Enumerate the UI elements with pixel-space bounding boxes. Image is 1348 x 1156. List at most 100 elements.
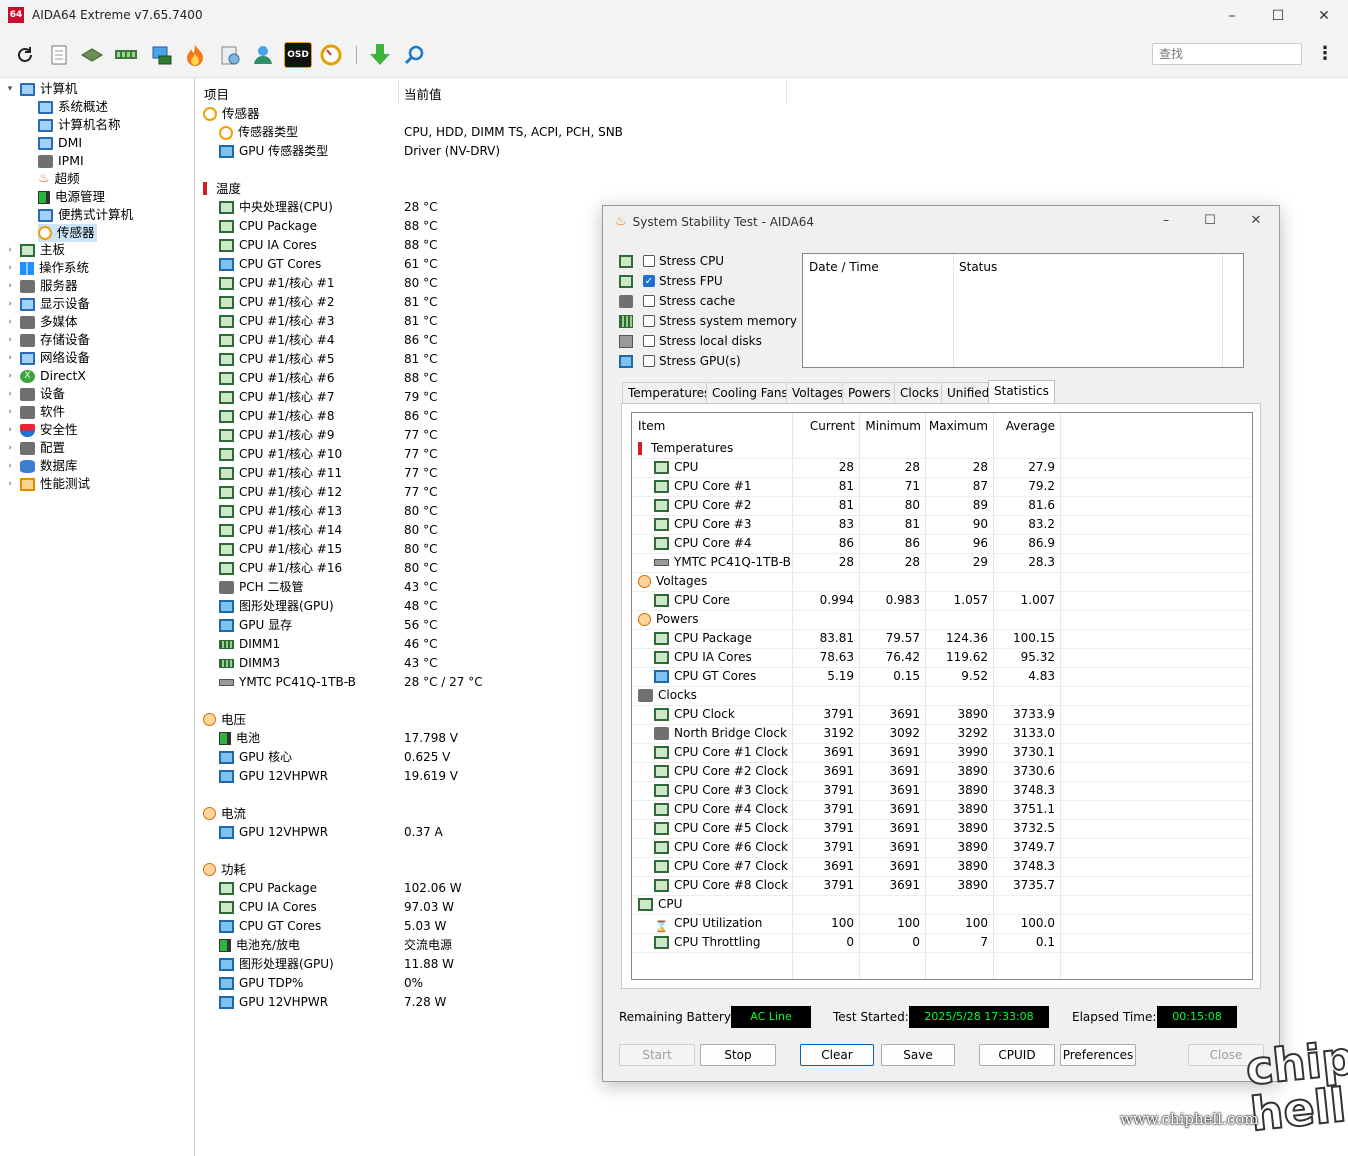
statistics-row[interactable]: CPU Clock 3791 3691 3890 3733.9 [632, 705, 1252, 724]
statistics-group[interactable]: Voltages [632, 572, 1252, 591]
start-button[interactable]: Start [619, 1044, 695, 1066]
dialog-maximize-button[interactable]: ☐ [1187, 208, 1233, 234]
sensor-row[interactable]: CPU IA Cores [219, 236, 317, 255]
header-item[interactable]: Item [638, 417, 665, 436]
statistics-row[interactable]: CPU Core #1 81 71 87 79.2 [632, 477, 1252, 496]
statistics-row[interactable]: CPU Core #1 Clock 3691 3691 3990 3730.1 [632, 743, 1252, 762]
sidebar-item-16[interactable]: › X DirectX [4, 367, 86, 385]
tab-cooling-fans[interactable]: Cooling Fans [706, 382, 794, 403]
sensor-row[interactable]: CPU #1/核心 #2 [219, 293, 334, 312]
expand-icon[interactable]: › [4, 367, 16, 385]
sensor-group[interactable]: 传感器 [203, 104, 260, 123]
sidebar-item-17[interactable]: › 设备 [4, 385, 65, 403]
sidebar-item-18[interactable]: › 软件 [4, 403, 65, 421]
expand-icon[interactable]: › [4, 295, 16, 313]
sensor-row[interactable]: DIMM3 [219, 654, 280, 673]
log-header-status[interactable]: Status [959, 260, 997, 274]
expand-icon[interactable]: › [4, 439, 16, 457]
sensor-row[interactable]: GPU 12VHPWR [219, 993, 328, 1012]
statistics-group[interactable]: Clocks [632, 686, 1252, 705]
dialog-close-button[interactable]: ✕ [1233, 208, 1279, 234]
sidebar-item-4[interactable]: IPMI [38, 152, 84, 170]
statistics-row[interactable]: North Bridge Clock 3192 3092 3292 3133.0 [632, 724, 1252, 743]
statistics-row[interactable]: CPU Core #3 83 81 90 83.2 [632, 515, 1252, 534]
sidebar-item-2[interactable]: 计算机名称 [38, 116, 121, 134]
stress-option[interactable]: Stress cache [619, 291, 735, 311]
sensor-row[interactable]: CPU #1/核心 #5 [219, 350, 334, 369]
statistics-row[interactable]: YMTC PC41Q-1TB-B 28 28 29 28.3 [632, 553, 1252, 572]
sensor-row[interactable]: CPU #1/核心 #12 [219, 483, 342, 502]
statistics-group[interactable]: Temperatures [632, 439, 1252, 458]
sidebar-item-3[interactable]: DMI [38, 134, 82, 152]
sensor-row[interactable]: CPU Package [219, 879, 317, 898]
statistics-group[interactable]: CPU [632, 895, 1252, 914]
sidebar-item-1[interactable]: 系统概述 [38, 98, 108, 116]
sensor-row[interactable]: GPU 12VHPWR [219, 823, 328, 842]
stress-option[interactable]: Stress GPU(s) [619, 351, 741, 371]
sensor-row[interactable]: 图形处理器(GPU) [219, 955, 334, 974]
clear-button[interactable]: Clear [800, 1044, 874, 1066]
tab-clocks[interactable]: Clocks [894, 382, 945, 403]
sensor-row[interactable]: GPU 显存 [219, 616, 292, 635]
search-input[interactable] [1152, 43, 1302, 65]
statistics-row[interactable]: CPU Core 0.994 0.983 1.057 1.007 [632, 591, 1252, 610]
stress-checkbox[interactable] [643, 335, 655, 347]
statistics-row[interactable]: CPU IA Cores 78.63 76.42 119.62 95.32 [632, 648, 1252, 667]
column-header-item[interactable]: 项目 [204, 84, 229, 103]
expand-icon[interactable]: › [4, 457, 16, 475]
tab-voltages[interactable]: Voltages [786, 382, 850, 403]
sensor-group[interactable]: 功耗 [203, 860, 246, 879]
stress-checkbox[interactable]: ✓ [643, 275, 655, 287]
minimize-button[interactable]: – [1209, 2, 1255, 30]
expand-icon[interactable]: › [4, 259, 16, 277]
column-header-value[interactable]: 当前值 [404, 84, 442, 103]
stress-checkbox[interactable] [643, 295, 655, 307]
statistics-row[interactable]: CPU Core #3 Clock 3791 3691 3890 3748.3 [632, 781, 1252, 800]
sensor-icon[interactable] [319, 43, 343, 67]
statistics-row[interactable]: CPU Core #8 Clock 3791 3691 3890 3735.7 [632, 876, 1252, 895]
motherboard-icon[interactable] [80, 43, 104, 67]
osd-icon[interactable]: OSD [284, 42, 312, 68]
sidebar-item-14[interactable]: › 存储设备 [4, 331, 90, 349]
expand-icon[interactable]: › [4, 331, 16, 349]
header-average[interactable]: Average [975, 417, 1055, 436]
sensor-row[interactable]: CPU #1/核心 #10 [219, 445, 342, 464]
sidebar-item-12[interactable]: › 显示设备 [4, 295, 90, 313]
sensor-row[interactable]: CPU IA Cores [219, 898, 317, 917]
tab-statistics[interactable]: Statistics [988, 380, 1055, 405]
sidebar-item-11[interactable]: › 服务器 [4, 277, 77, 295]
stress-option[interactable]: Stress system memory [619, 311, 797, 331]
close-button[interactable]: ✕ [1301, 2, 1347, 30]
save-button[interactable]: Save [881, 1044, 955, 1066]
sensor-group[interactable]: 电流 [203, 804, 246, 823]
stress-option[interactable]: Stress local disks [619, 331, 762, 351]
sensor-row[interactable]: CPU #1/核心 #13 [219, 502, 342, 521]
search-icon[interactable] [402, 43, 426, 67]
expand-icon[interactable]: › [4, 385, 16, 403]
sidebar-item-19[interactable]: › 安全性 [4, 421, 77, 439]
statistics-row[interactable]: CPU GT Cores 5.19 0.15 9.52 4.83 [632, 667, 1252, 686]
preferences-button[interactable]: Preferences [1060, 1044, 1136, 1066]
log-header-date[interactable]: Date / Time [809, 260, 879, 274]
cpuid-button[interactable]: CPUID [979, 1044, 1055, 1066]
stress-checkbox[interactable] [643, 355, 655, 367]
maximize-button[interactable]: ☐ [1255, 2, 1301, 30]
sensor-row[interactable]: CPU #1/核心 #11 [219, 464, 342, 483]
stress-option[interactable]: Stress CPU [619, 251, 724, 271]
sensor-row[interactable]: CPU #1/核心 #15 [219, 540, 342, 559]
sidebar-item-10[interactable]: › 操作系统 [4, 259, 89, 277]
statistics-row[interactable]: CPU Core #5 Clock 3791 3691 3890 3732.5 [632, 819, 1252, 838]
tab-powers[interactable]: Powers [842, 382, 897, 403]
statistics-row[interactable]: CPU Core #4 Clock 3791 3691 3890 3751.1 [632, 800, 1252, 819]
statistics-row[interactable]: ⌛ CPU Utilization 100 100 100 100.0 [632, 914, 1252, 933]
stress-checkbox[interactable] [643, 255, 655, 267]
statistics-row[interactable]: CPU Core #2 81 80 89 81.6 [632, 496, 1252, 515]
dialog-minimize-button[interactable]: – [1143, 208, 1189, 234]
expand-icon[interactable]: › [4, 313, 16, 331]
sidebar-item-6[interactable]: 电源管理 [38, 188, 105, 206]
statistics-group[interactable]: Powers [632, 610, 1252, 629]
sidebar-item-5[interactable]: ♨ 超频 [38, 170, 80, 188]
expand-icon[interactable]: › [4, 403, 16, 421]
expand-icon[interactable]: › [4, 349, 16, 367]
sensor-row[interactable]: 传感器类型 [219, 123, 298, 142]
